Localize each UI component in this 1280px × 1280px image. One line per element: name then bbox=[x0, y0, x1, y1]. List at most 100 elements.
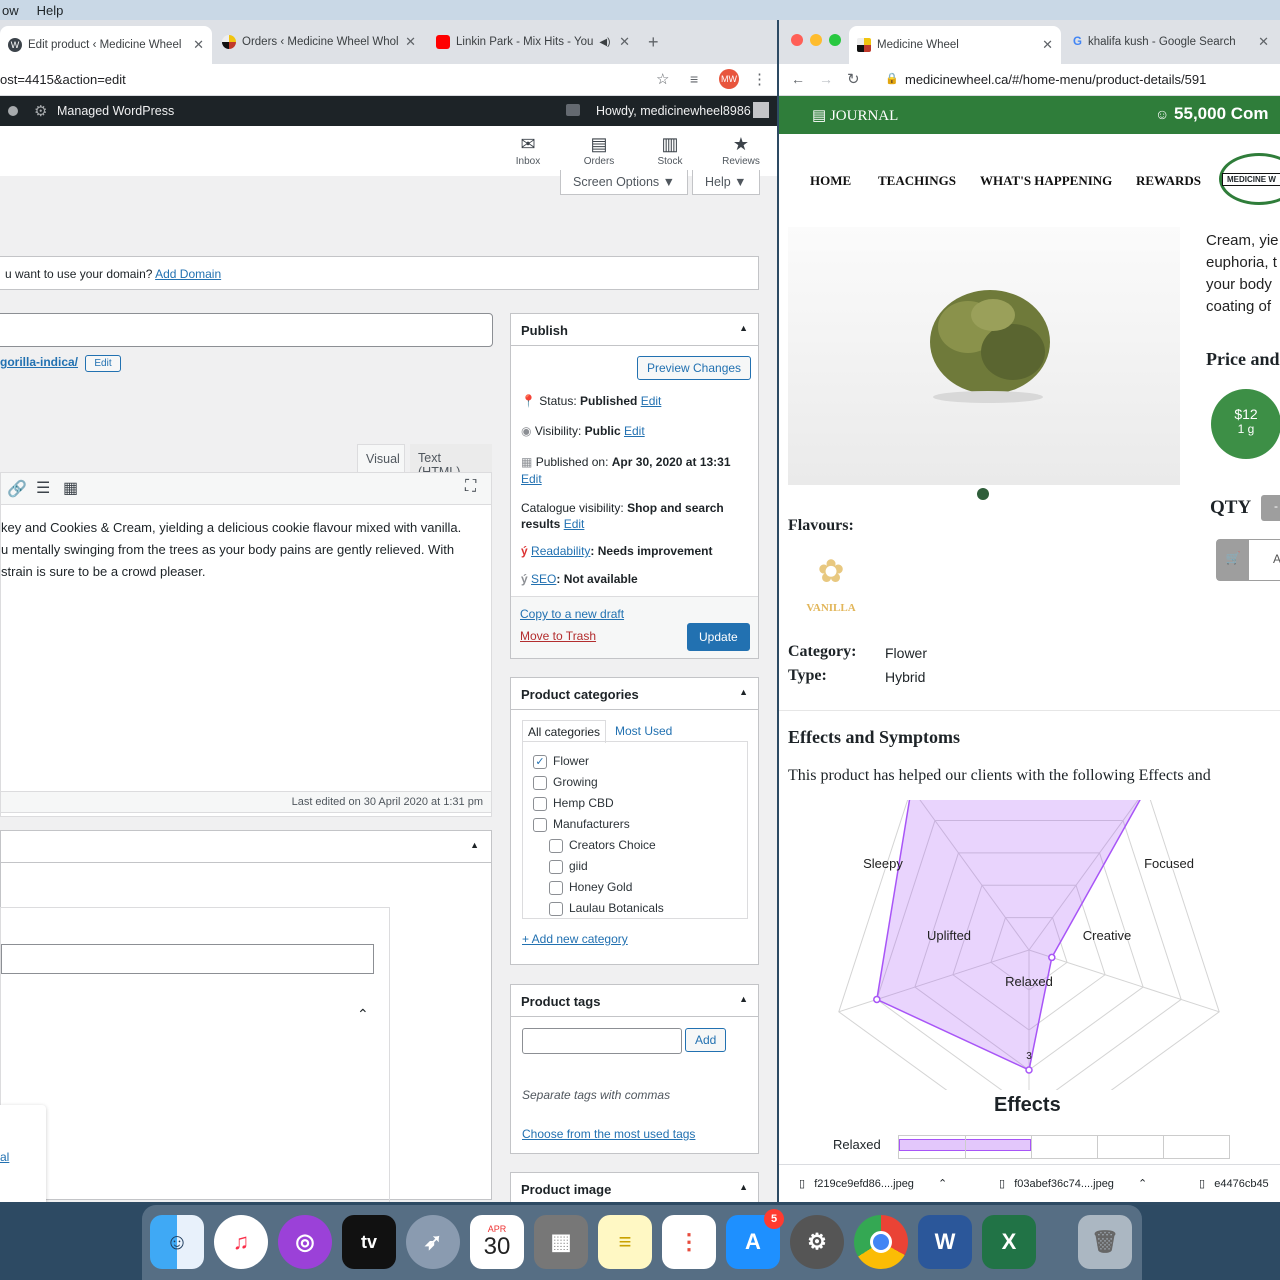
excel-icon[interactable]: X bbox=[982, 1215, 1036, 1269]
category-checkbox[interactable] bbox=[533, 796, 547, 811]
category-checkbox[interactable] bbox=[549, 859, 563, 874]
category-checkbox[interactable] bbox=[533, 775, 547, 790]
category-item[interactable]: Honey Gold bbox=[549, 880, 632, 895]
nav-home[interactable]: HOME bbox=[810, 173, 851, 189]
music-icon[interactable]: ♫ bbox=[214, 1215, 268, 1269]
copy-draft-link[interactable]: Copy to a new draft bbox=[520, 607, 624, 621]
carousel-dot[interactable] bbox=[977, 488, 989, 500]
podcasts-icon[interactable]: ◎ bbox=[278, 1215, 332, 1269]
playlist-icon[interactable]: ≡ bbox=[690, 71, 698, 87]
close-icon[interactable]: ✕ bbox=[193, 37, 204, 53]
toolbar-toggle-icon[interactable]: ▦ bbox=[63, 478, 78, 498]
close-icon[interactable]: ✕ bbox=[1258, 34, 1269, 50]
wc-stock[interactable]: ▥ Stock bbox=[645, 134, 695, 167]
catalogue-edit-link[interactable]: Edit bbox=[564, 517, 585, 531]
nav-teachings[interactable]: TEACHINGS bbox=[878, 173, 956, 189]
visibility-edit-link[interactable]: Edit bbox=[624, 424, 645, 438]
side-popup-link[interactable]: al bbox=[0, 1150, 9, 1164]
add-domain-link[interactable]: Add Domain bbox=[155, 267, 221, 281]
comment-icon[interactable] bbox=[566, 104, 580, 116]
collapse-arrow-icon[interactable]: ▲ bbox=[739, 994, 748, 1004]
chevron-up-icon[interactable]: ⌃ bbox=[938, 1178, 947, 1190]
finder-icon[interactable]: ☺ bbox=[150, 1215, 204, 1269]
add-new-category-link[interactable]: + Add new category bbox=[522, 932, 628, 946]
tab-youtube[interactable]: Linkin Park - Mix Hits - You ◀) ✕ bbox=[428, 28, 638, 56]
category-item[interactable]: giid bbox=[549, 859, 588, 874]
tab-all-categories[interactable]: All categories bbox=[522, 720, 607, 743]
category-checkbox[interactable] bbox=[549, 901, 563, 916]
product-title-input[interactable] bbox=[0, 313, 493, 347]
qty-minus-button[interactable]: - bbox=[1261, 495, 1280, 521]
category-checkbox[interactable] bbox=[533, 817, 547, 832]
wc-inbox[interactable]: ✉ Inbox bbox=[503, 134, 553, 167]
category-item[interactable]: Creators Choice bbox=[549, 838, 656, 853]
howdy-user[interactable]: Howdy, medicinewheel8986 bbox=[596, 104, 751, 118]
close-window-icon[interactable] bbox=[791, 34, 803, 46]
chevron-up-icon[interactable]: ⌃ bbox=[357, 1006, 369, 1023]
fullscreen-icon[interactable]: ⛶ bbox=[465, 478, 476, 496]
nav-rewards[interactable]: REWARDS bbox=[1136, 173, 1201, 189]
left-address-bar[interactable]: ost=4415&action=edit ☆ ≡ MW ⋮ bbox=[0, 64, 777, 96]
screen-options-button[interactable]: Screen Options ▼ bbox=[560, 170, 689, 195]
collapse-arrow-icon[interactable]: ▲ bbox=[739, 1182, 748, 1192]
link-icon[interactable]: 🔗 bbox=[7, 479, 27, 499]
word-icon[interactable]: W bbox=[918, 1215, 972, 1269]
chrome-icon[interactable] bbox=[854, 1215, 908, 1269]
read-more-icon[interactable]: ☰ bbox=[36, 478, 50, 498]
bookmark-star-icon[interactable]: ☆ bbox=[656, 70, 669, 88]
forward-icon[interactable]: → bbox=[819, 71, 833, 87]
tab-orders[interactable]: Orders ‹ Medicine Wheel Whol ✕ bbox=[214, 28, 424, 56]
close-icon[interactable]: ✕ bbox=[619, 34, 630, 50]
permalink-slug[interactable]: gorilla-indica/ bbox=[0, 355, 78, 369]
category-item[interactable]: Hemp CBD bbox=[533, 796, 614, 811]
published-edit-link[interactable]: Edit bbox=[521, 472, 542, 486]
add-to-cart-button[interactable]: 🛒 A bbox=[1216, 539, 1280, 581]
help-button[interactable]: Help ▼ bbox=[692, 170, 760, 195]
tab-edit-product[interactable]: W Edit product ‹ Medicine Wheel ✕ bbox=[0, 26, 212, 64]
profile-avatar[interactable]: MW bbox=[719, 69, 739, 89]
apple-tv-icon[interactable]: tv bbox=[342, 1215, 396, 1269]
category-checkbox[interactable] bbox=[549, 838, 563, 853]
tag-input[interactable] bbox=[522, 1028, 682, 1054]
minimize-window-icon[interactable] bbox=[810, 34, 822, 46]
tab-medicine-wheel[interactable]: Medicine Wheel ✕ bbox=[849, 26, 1061, 64]
permalink-edit-button[interactable]: Edit bbox=[85, 355, 121, 372]
tab-visual[interactable]: Visual bbox=[357, 444, 405, 472]
close-icon[interactable]: ✕ bbox=[405, 34, 416, 50]
calculator-icon[interactable]: ▦ bbox=[534, 1215, 588, 1269]
update-button[interactable]: Update bbox=[687, 623, 750, 651]
category-checkbox[interactable]: ✓ bbox=[533, 754, 547, 769]
close-icon[interactable]: ✕ bbox=[1042, 37, 1053, 53]
collapse-arrow-icon[interactable]: ▲ bbox=[739, 323, 748, 333]
preview-changes-button[interactable]: Preview Changes bbox=[637, 356, 752, 380]
download-item[interactable]: ▯ f219ce9efd86....jpeg ⌃ bbox=[799, 1177, 947, 1190]
download-item[interactable]: ▯ f03abef36c74....jpeg ⌃ bbox=[999, 1177, 1147, 1190]
status-edit-link[interactable]: Edit bbox=[641, 394, 662, 408]
menu-window[interactable]: ow bbox=[0, 3, 21, 18]
reload-icon[interactable]: ↻ bbox=[847, 70, 860, 88]
readability-link[interactable]: Readability bbox=[531, 544, 590, 558]
kebab-menu-icon[interactable]: ⋮ bbox=[752, 70, 767, 88]
app-store-icon[interactable]: A 5 bbox=[726, 1209, 784, 1269]
content-editor[interactable]: 🔗 ☰ ▦ ⛶ key and Cookies & Cream, yieldin… bbox=[0, 472, 492, 817]
chevron-up-icon[interactable]: ⌃ bbox=[1138, 1178, 1147, 1190]
download-item[interactable]: ▯ e4476cb45 bbox=[1199, 1177, 1269, 1190]
right-address-bar[interactable]: ← → ↻ 🔒 medicinewheel.ca/#/home-menu/pro… bbox=[779, 64, 1280, 96]
add-tag-button[interactable]: Add bbox=[685, 1028, 727, 1052]
system-preferences-icon[interactable]: ⚙ bbox=[790, 1215, 844, 1269]
choose-tags-link[interactable]: Choose from the most used tags bbox=[522, 1127, 695, 1141]
launchpad-icon[interactable]: ➶ bbox=[406, 1215, 460, 1269]
meta-input[interactable] bbox=[1, 944, 374, 974]
seo-link[interactable]: SEO bbox=[531, 572, 556, 586]
journal-link[interactable]: ▤ JOURNAL bbox=[812, 106, 898, 125]
calendar-icon[interactable]: APR 30 bbox=[470, 1215, 524, 1269]
trash-icon[interactable]: 🗑 bbox=[1078, 1215, 1132, 1269]
category-checkbox[interactable] bbox=[549, 880, 563, 895]
back-icon[interactable]: ← bbox=[791, 71, 805, 87]
collapse-arrow-icon[interactable]: ▲ bbox=[739, 687, 748, 697]
category-item[interactable]: ✓ Flower bbox=[533, 754, 589, 769]
maximize-window-icon[interactable] bbox=[829, 34, 841, 46]
collapse-arrow-icon[interactable]: ▲ bbox=[470, 840, 479, 850]
tab-text-html[interactable]: Text (HTML) bbox=[410, 444, 492, 479]
price-option-1g[interactable]: $12 1 g bbox=[1211, 389, 1280, 459]
